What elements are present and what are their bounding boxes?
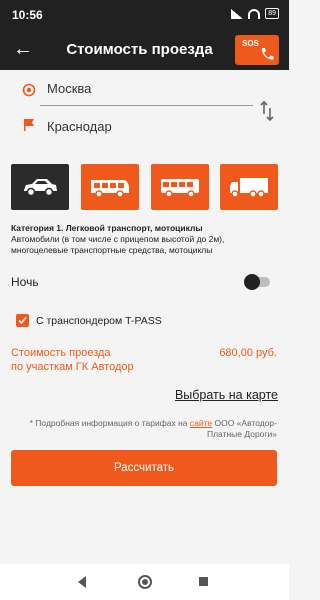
nav-recents-icon[interactable] xyxy=(199,577,208,586)
tpass-label: С транспондером T-PASS xyxy=(36,314,162,327)
departure-field[interactable]: Москва xyxy=(47,81,91,96)
bus-icon xyxy=(91,180,129,198)
sos-button[interactable]: SOS xyxy=(235,35,279,65)
cost-label-line2: по участкам ГК Автодор xyxy=(11,361,134,373)
route-divider xyxy=(40,105,253,106)
nav-home-icon[interactable] xyxy=(138,575,152,589)
choose-on-map-link[interactable]: Выбрать на карте xyxy=(175,388,278,402)
sos-label: SOS xyxy=(242,39,259,48)
night-label: Ночь xyxy=(11,275,39,289)
phone-icon xyxy=(261,48,274,60)
vehicle-car-button[interactable] xyxy=(11,164,69,210)
battery-icon: 89 xyxy=(265,8,279,19)
car-icon xyxy=(24,179,57,197)
system-nav-bar xyxy=(0,564,289,600)
wifi-icon xyxy=(248,8,261,19)
truck-icon xyxy=(230,178,268,198)
destination-flag-icon xyxy=(24,119,34,131)
checkmark-icon xyxy=(18,316,27,325)
coach-icon xyxy=(161,179,199,198)
status-icons: 89 xyxy=(231,8,279,19)
route-panel: Москва Краснодар xyxy=(0,72,289,148)
note-suffix: ООО «Автодор-Платные Дороги» xyxy=(206,418,277,439)
vehicle-truck-button[interactable] xyxy=(220,164,278,210)
night-toggle[interactable] xyxy=(244,274,270,290)
app-bar: ← Стоимость проезда SOS xyxy=(0,30,289,70)
vehicle-coach-button[interactable] xyxy=(151,164,209,210)
calculate-button[interactable]: Рассчитать xyxy=(11,450,277,486)
tariff-note: * Подробная информация о тарифах на сайт… xyxy=(27,418,277,440)
swap-direction-icon[interactable] xyxy=(259,100,275,122)
nav-back-icon[interactable] xyxy=(78,576,86,588)
destination-field[interactable]: Краснодар xyxy=(47,119,112,134)
toggle-knob xyxy=(244,274,260,290)
note-prefix: * Подробная информация о тарифах на xyxy=(29,418,190,428)
tpass-checkbox[interactable] xyxy=(16,314,29,327)
vehicle-category-selector xyxy=(0,164,289,210)
category-description: Автомобили (в том числе с прицепом высот… xyxy=(11,234,225,255)
status-time: 10:56 xyxy=(12,8,43,22)
status-bar: 10:56 89 xyxy=(0,0,289,30)
tpass-option[interactable]: С транспондером T-PASS xyxy=(16,314,162,327)
cost-price: 680,00 руб. xyxy=(219,347,277,359)
signal-icon xyxy=(231,8,244,19)
location-pin-icon xyxy=(22,83,36,97)
category-info: Категория 1. Легковой транспорт, мотоцик… xyxy=(11,223,281,256)
vehicle-bus-button[interactable] xyxy=(81,164,139,210)
back-arrow-icon[interactable]: ← xyxy=(10,36,36,62)
page-title: Стоимость проезда xyxy=(66,41,213,58)
site-link[interactable]: сайте xyxy=(190,418,212,428)
category-title: Категория 1. Легковой транспорт, мотоцик… xyxy=(11,223,203,233)
cost-summary: Стоимость проезда по участкам ГК Автодор… xyxy=(11,346,277,374)
